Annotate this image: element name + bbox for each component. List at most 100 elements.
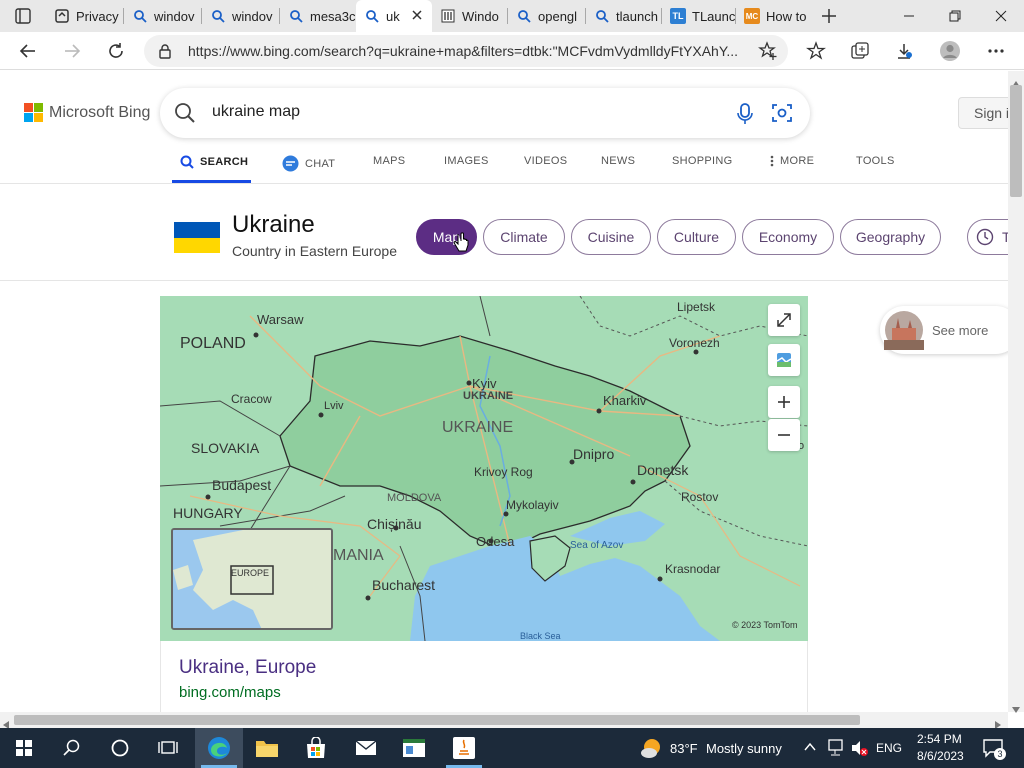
pill-culture[interactable]: Culture xyxy=(657,219,736,255)
pill-geography[interactable]: Geography xyxy=(840,219,941,255)
tab-tlauncher-search[interactable]: tlaunch xyxy=(586,0,662,32)
cortana-icon[interactable] xyxy=(96,728,144,768)
tab-shopping[interactable]: SHOPPING xyxy=(672,155,732,167)
scroll-down-icon[interactable] xyxy=(1012,700,1020,718)
weather-sunny-icon[interactable] xyxy=(640,737,662,759)
tab-ukraine-active[interactable]: uk xyxy=(356,0,432,32)
weather-description[interactable]: Mostly sunny xyxy=(706,741,782,756)
zoom-out-icon[interactable] xyxy=(768,419,800,451)
vertical-scroll-thumb[interactable] xyxy=(1010,85,1022,197)
clock-time[interactable]: 2:54 PM xyxy=(917,732,962,746)
file-explorer-icon[interactable] xyxy=(243,728,291,768)
mc-icon: MC xyxy=(744,8,760,24)
tab-maps[interactable]: MAPS xyxy=(373,155,405,167)
chevron-up-icon[interactable] xyxy=(804,742,816,752)
horizontal-scrollbar[interactable] xyxy=(0,712,1008,729)
tab-videos[interactable]: VIDEOS xyxy=(524,155,567,167)
tab-label: opengl xyxy=(538,8,578,24)
search-input[interactable]: ukraine map xyxy=(212,103,300,121)
new-tab-icon[interactable] xyxy=(820,7,838,30)
java-app-icon[interactable] xyxy=(440,728,488,768)
close-tab-icon[interactable] xyxy=(410,8,424,25)
tab-how-to[interactable]: MC How to xyxy=(736,0,812,32)
settings-more-icon[interactable] xyxy=(980,35,1012,67)
tab-opengl[interactable]: opengl xyxy=(508,0,586,32)
weather-temp[interactable]: 83°F xyxy=(670,741,698,756)
volume-muted-icon[interactable] xyxy=(850,739,868,757)
downloads-icon[interactable] xyxy=(888,35,920,67)
tab-search[interactable]: SEARCH xyxy=(180,155,248,169)
map-style-icon[interactable] xyxy=(768,344,800,376)
map-label-hungary: HUNGARY xyxy=(173,505,243,521)
map-copyright: © 2023 TomTom xyxy=(732,620,798,630)
tab-actions-icon[interactable] xyxy=(14,7,32,25)
see-more-button[interactable]: See more xyxy=(880,306,1020,354)
map-label-poland: POLAND xyxy=(180,335,246,352)
result-title-link[interactable]: Ukraine, Europe xyxy=(179,657,316,679)
tab-tools[interactable]: TOOLS xyxy=(856,155,895,167)
minimize-icon[interactable] xyxy=(886,0,932,32)
start-windows-icon[interactable] xyxy=(0,728,48,768)
search-box[interactable]: ukraine map xyxy=(160,88,810,138)
hand-cursor-icon xyxy=(453,232,469,252)
lock-icon[interactable] xyxy=(158,43,172,64)
result-url[interactable]: bing.com/maps xyxy=(179,684,281,701)
back-arrow-icon[interactable] xyxy=(12,35,44,67)
map-label-voronezh: Voronezh xyxy=(669,336,720,350)
app-window-icon[interactable] xyxy=(390,728,438,768)
map-label-rostov: Rostov xyxy=(681,490,719,504)
tab-windows-learn[interactable]: Windo xyxy=(432,0,508,32)
tab-chat[interactable]: CHAT xyxy=(282,155,335,172)
pill-economy[interactable]: Economy xyxy=(742,219,834,255)
task-view-icon[interactable] xyxy=(144,728,192,768)
tab-tlauncher[interactable]: TL TLaunc xyxy=(662,0,736,32)
tab-label: uk xyxy=(386,8,400,24)
map-view[interactable]: Lipetsk Warsaw Voronezh POLAND Kyiv UKRA… xyxy=(160,296,808,641)
microphone-icon[interactable] xyxy=(736,103,754,130)
close-window-icon[interactable] xyxy=(978,0,1024,32)
search-icon[interactable] xyxy=(174,102,196,129)
tab-mesa3d[interactable]: mesa3c xyxy=(280,0,356,32)
tab-privacy[interactable]: Privacy xyxy=(46,0,124,32)
favorites-icon[interactable] xyxy=(800,35,832,67)
notification-center-icon[interactable]: 3 xyxy=(982,737,1006,764)
address-bar[interactable]: https://www.bing.com/search?q=ukraine+ma… xyxy=(144,35,788,67)
refresh-icon[interactable] xyxy=(100,35,132,67)
taskbar-search-icon[interactable] xyxy=(48,728,96,768)
visual-search-icon[interactable] xyxy=(771,102,793,129)
vertical-scrollbar[interactable] xyxy=(1008,71,1024,713)
tab-label: mesa3c xyxy=(310,8,356,24)
tab-label: NEWS xyxy=(601,155,636,167)
edge-taskbar-icon[interactable] xyxy=(195,728,243,768)
tab-images[interactable]: IMAGES xyxy=(444,155,489,167)
store-icon[interactable] xyxy=(292,728,340,768)
divider xyxy=(0,183,1008,184)
tab-windows-2[interactable]: windov xyxy=(202,0,280,32)
map-label-krasnodar: Krasnodar xyxy=(665,562,721,576)
collections-icon[interactable] xyxy=(844,35,876,67)
bing-logo[interactable]: Microsoft Bing xyxy=(24,103,150,122)
tab-label: MAPS xyxy=(373,155,406,167)
restore-icon[interactable] xyxy=(932,0,978,32)
zoom-in-icon[interactable] xyxy=(768,386,800,418)
brand-name: Microsoft Bing xyxy=(49,103,151,121)
notification-count: 3 xyxy=(994,748,1006,760)
tab-windows-1[interactable]: windov xyxy=(124,0,202,32)
horizontal-scroll-thumb[interactable] xyxy=(14,715,860,725)
pill-climate[interactable]: Climate xyxy=(483,219,565,255)
add-favorite-icon[interactable] xyxy=(752,35,784,67)
expand-map-icon[interactable] xyxy=(768,304,800,336)
map-label-budapest: Budapest xyxy=(212,477,272,493)
mail-icon[interactable] xyxy=(342,728,390,768)
network-icon[interactable] xyxy=(828,739,844,757)
pill-cuisine[interactable]: Cuisine xyxy=(571,219,651,255)
forward-arrow-icon[interactable] xyxy=(56,35,88,67)
clock-date[interactable]: 8/6/2023 xyxy=(917,749,964,763)
language-indicator[interactable]: ENG xyxy=(876,741,902,755)
tab-more[interactable]: MORE xyxy=(770,155,814,167)
tab-news[interactable]: NEWS xyxy=(601,155,635,167)
map-label-mykolayiv: Mykolayiv xyxy=(506,498,559,512)
mini-map-overview[interactable]: EUROPE xyxy=(171,528,333,630)
map-label-dnipro: Dnipro xyxy=(573,446,615,462)
profile-avatar-icon[interactable] xyxy=(934,35,966,67)
